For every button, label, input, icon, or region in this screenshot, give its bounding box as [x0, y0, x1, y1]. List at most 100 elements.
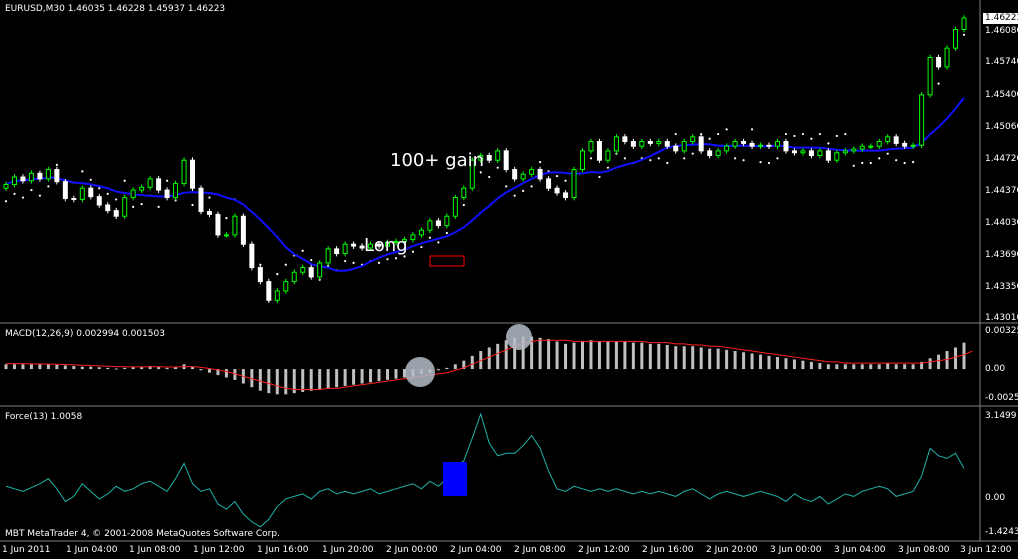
- macd-bar: [750, 353, 754, 370]
- macd-bar: [589, 340, 593, 370]
- candle-body: [71, 197, 77, 200]
- macd-bar: [352, 369, 356, 385]
- macd-bar: [496, 343, 500, 370]
- macd-tick: 0.00: [985, 364, 1006, 374]
- candle-body: [444, 215, 450, 227]
- macd-bar: [725, 349, 729, 370]
- psar-dot: [962, 33, 966, 36]
- trade-markers: [405, 255, 532, 496]
- candle-body: [215, 213, 221, 236]
- candle-body: [953, 28, 959, 49]
- macd-bar: [386, 369, 390, 380]
- macd-bar: [436, 369, 440, 371]
- macd-bar: [877, 364, 881, 370]
- macd-bar: [555, 341, 559, 370]
- psar-dot: [598, 175, 601, 179]
- candle-body: [842, 150, 848, 154]
- time-tick: 1 Jun 08:00: [129, 545, 181, 555]
- psar-dot: [4, 200, 8, 203]
- candlesticks: [3, 15, 967, 304]
- time-tick: 1 Jun 16:00: [257, 545, 309, 555]
- candle-body: [724, 145, 730, 152]
- candle-body: [664, 141, 670, 147]
- macd-bar: [326, 369, 330, 389]
- macd-bar: [691, 346, 695, 370]
- psar-dot: [21, 196, 25, 199]
- psar-dot: [776, 157, 779, 160]
- candle-body: [927, 56, 933, 96]
- candle-body: [673, 145, 679, 152]
- psar-dot: [784, 132, 788, 136]
- candle-body: [579, 150, 585, 171]
- psar-dot: [30, 188, 33, 192]
- macd-bar: [72, 366, 76, 370]
- macd-bar: [682, 346, 686, 370]
- macd-bar: [63, 365, 67, 370]
- candle-body: [690, 136, 696, 143]
- macd-bar: [538, 337, 542, 370]
- candle-body: [851, 148, 857, 152]
- psar-dot: [505, 185, 508, 188]
- macd-bar: [580, 341, 584, 370]
- price-tick: 1.43010: [985, 313, 1018, 323]
- macd-bar: [708, 348, 712, 370]
- candle-body: [741, 141, 747, 144]
- macd-bar: [792, 359, 796, 370]
- macd-bar: [564, 343, 568, 370]
- current-price-label: 1.46223: [983, 13, 1018, 24]
- candle-body: [257, 267, 263, 283]
- macd-bar: [335, 369, 339, 388]
- candle-body: [240, 215, 246, 245]
- entry-marker-box: [429, 255, 465, 267]
- macd-bar: [623, 341, 627, 370]
- macd-bar: [631, 342, 635, 370]
- candle-body: [707, 150, 713, 157]
- psar-dot: [165, 179, 169, 182]
- time-tick: 3 Jun 08:00: [898, 545, 950, 555]
- candle-body: [317, 262, 323, 278]
- macd-bar: [674, 346, 678, 370]
- candle-body: [936, 56, 942, 68]
- time-tick: 1 Jun 12:00: [193, 545, 245, 555]
- macd-cross-circle: [405, 357, 435, 387]
- force-tick: 0.00: [985, 493, 1006, 503]
- psar-dot: [140, 202, 143, 206]
- time-tick: 1 Jun 04:00: [66, 545, 118, 555]
- candle-body: [181, 159, 187, 185]
- candle-body: [461, 187, 467, 199]
- psar-dot: [564, 179, 567, 182]
- macd-tick: -0.00257: [985, 393, 1018, 403]
- candle-body: [113, 210, 119, 217]
- psar-dot: [903, 161, 906, 165]
- candle-body: [732, 141, 738, 147]
- psar-dot: [344, 259, 347, 263]
- psar-dot: [191, 203, 194, 207]
- macd-bar: [775, 357, 779, 370]
- candle-body: [28, 172, 34, 182]
- candle-body: [834, 152, 840, 161]
- macd-bar: [911, 364, 915, 370]
- macd-bar: [360, 369, 364, 384]
- macd-bar: [258, 369, 262, 391]
- candle-body: [588, 141, 594, 152]
- time-tick: 2 Jun 16:00: [642, 545, 694, 555]
- psar-dot: [861, 161, 864, 165]
- force-spike-square: [443, 462, 467, 496]
- time-tick: 1 Jun 20:00: [322, 545, 374, 555]
- macd-bar: [767, 355, 771, 370]
- parabolic-sar-dots: [4, 33, 966, 285]
- macd-bar: [869, 364, 873, 370]
- psar-dot: [742, 159, 745, 162]
- candle-body: [156, 178, 162, 191]
- macd-bar: [597, 341, 601, 370]
- macd-bar: [937, 354, 941, 370]
- price-tick: 1.44370: [985, 186, 1018, 196]
- psar-dot: [276, 273, 279, 276]
- macd-bar: [784, 358, 788, 370]
- candle-body: [961, 17, 967, 30]
- psar-dot: [539, 160, 542, 164]
- macd-bar: [826, 364, 830, 370]
- candle-body: [893, 136, 899, 144]
- candle-body: [529, 169, 535, 175]
- price-chart-canvas[interactable]: [0, 0, 1018, 559]
